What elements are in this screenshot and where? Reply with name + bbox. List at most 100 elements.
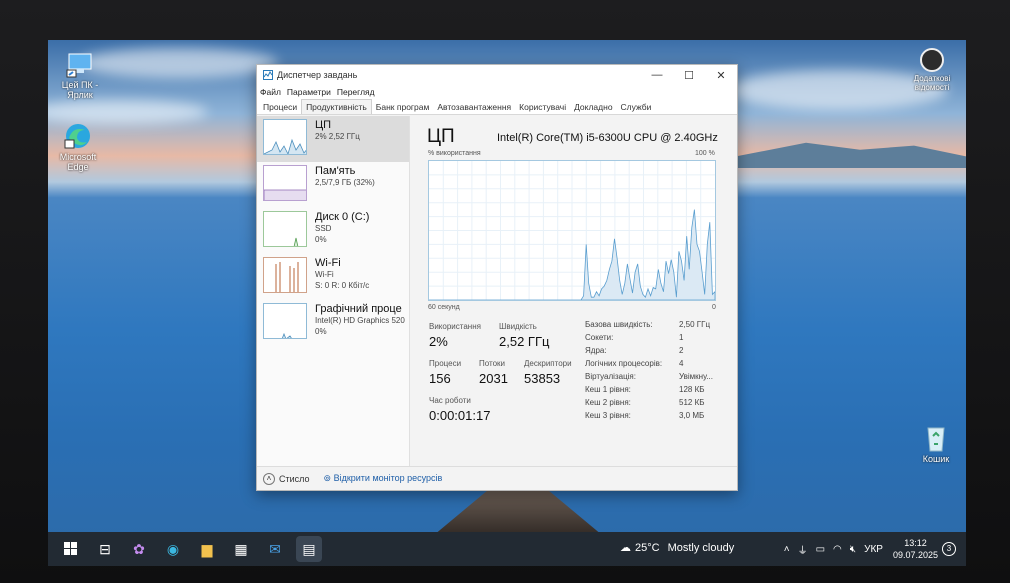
notification-badge[interactable]: 3 [942,542,956,556]
minimize-button[interactable]: — [641,69,673,81]
store-button[interactable]: ▦ [228,536,254,562]
taskbar: ⊟ ✿ ◉ ▆ ▦ ✉ ▤ ☁ 25°C Mostly cloudy ˄ ⏚ ▭… [48,532,966,566]
edge-taskbar-button[interactable]: ◉ [160,536,186,562]
resource-cpu[interactable]: ЦП 2% 2,52 ГГц [257,116,409,162]
start-button[interactable] [58,536,84,562]
detail-value: 4 [679,359,684,368]
tab-services[interactable]: Служби [617,100,656,114]
resource-name: Wi-Fi [315,257,341,269]
desktop-icon-recycle-bin[interactable]: Кошик [906,424,966,464]
gpu-thumbnail [263,303,307,339]
notice-label: Додаткові відомості [913,74,951,92]
task-manager-window: Диспетчер завдань — ☐ ✕ Файл Параметри П… [256,64,738,491]
detail-key: Ядра: [585,346,607,355]
threads-label: Потоки [479,359,506,368]
graph-x-label: 60 секунд [428,304,460,311]
cloud [48,100,208,124]
mail-icon: ✉ [269,540,281,557]
cpu-model: Intel(R) Core(TM) i5-6300U CPU @ 2.40GHz [497,132,718,144]
task-manager-taskbar-button[interactable]: ▤ [296,536,322,562]
detail-value: 1 [679,333,684,342]
volume-icon[interactable]: 🔇︎ [850,544,856,555]
system-tray: ˄ ⏚ ▭ ◠ 🔇︎ УКР 13:12 09.07.2025 3 [780,532,960,566]
battery-icon[interactable]: ▭ [816,544,825,555]
desktop-icon-edge[interactable]: Microsoft Edge [48,122,108,172]
date: 09.07.2025 [892,550,938,560]
menu-bar: Файл Параметри Перегляд [257,85,737,99]
detail-key: Логічних процесорів: [585,359,663,368]
detail-key: Кеш 1 рівня: [585,385,631,394]
detail-value: 512 КБ [679,398,705,407]
resource-gpu[interactable]: Графічний проце Intel(R) HD Graphics 520 0… [257,300,409,346]
graph-y-max: 100 % [695,150,715,157]
resource-memory[interactable]: Пам'ять 2,5/7,9 ГБ (32%) [257,162,409,208]
desktop-icon-this-pc[interactable]: Цей ПК - Ярлик [50,50,110,100]
wifi-icon[interactable]: ◠ [833,544,842,555]
windows-icon [64,542,77,555]
file-explorer-button[interactable]: ▆ [194,536,220,562]
speed-value: 2,52 ГГц [499,334,550,349]
handles-value: 53853 [524,371,561,386]
resource-detail: SSD [315,224,332,233]
mail-button[interactable]: ✉ [262,536,288,562]
desktop-icon-label: Цей ПК - Ярлик [61,80,99,100]
usb-icon[interactable]: ⏚ [798,542,808,557]
edge-icon [63,122,93,150]
resource-name: Пам'ять [315,165,356,177]
spotlight-notice[interactable]: Додаткові відомості [904,48,960,92]
resource-disk[interactable]: Диск 0 (C:) SSD 0% [257,208,409,254]
task-view-button[interactable]: ⊟ [92,536,118,562]
panel-title: ЦП [427,126,455,147]
window-footer: ˄ Стисло ⊚ Відкрити монітор ресурсів [257,466,737,490]
recycle-bin-icon [921,424,951,452]
language-indicator[interactable]: УКР [864,544,883,555]
resource-detail: S: 0 R: 0 Кбіт/с [315,281,370,290]
cpu-thumbnail [263,119,307,155]
resource-name: Диск 0 (C:) [315,211,370,223]
tab-performance[interactable]: Продуктивність [301,99,372,114]
resource-list: ЦП 2% 2,52 ГГц Пам'ять 2,5/7,9 ГБ (32%) Ди… [257,116,410,466]
memory-thumbnail [263,165,307,201]
menu-view[interactable]: Перегляд [337,87,375,97]
cpu-usage-plot [429,161,716,301]
threads-value: 2031 [479,371,508,386]
task-view-icon: ⊟ [99,540,111,557]
menu-file[interactable]: Файл [260,87,281,97]
cloud-icon: ☁ [620,542,631,554]
task-manager-icon [263,70,273,80]
clock[interactable]: 13:12 09.07.2025 [893,537,938,561]
detail-key: Базова швидкість: [585,320,653,329]
tab-processes[interactable]: Процеси [259,100,301,114]
tab-startup[interactable]: Автозавантаження [433,100,515,114]
resource-detail: 0% [315,235,327,244]
copilot-icon: ✿ [133,540,145,557]
resource-wifi[interactable]: Wi-Fi Wi-Fi S: 0 R: 0 Кбіт/с [257,254,409,300]
graph-y-min: 0 [712,304,716,311]
title-bar[interactable]: Диспетчер завдань — ☐ ✕ [257,65,737,85]
detail-value: 2 [679,346,684,355]
resource-monitor-label: Відкрити монітор ресурсів [333,473,443,483]
tab-details[interactable]: Докладно [570,100,616,114]
fewer-details-button[interactable]: ˄ Стисло [263,472,310,485]
chevron-up-icon: ˄ [263,472,275,485]
menu-options[interactable]: Параметри [287,87,331,97]
store-icon: ▦ [234,540,248,557]
fewer-details-label: Стисло [279,473,310,484]
chevron-up-icon[interactable]: ˄ [784,544,790,555]
tab-users[interactable]: Користувачі [515,100,570,114]
maximize-button[interactable]: ☐ [673,69,705,82]
copilot-button[interactable]: ✿ [126,536,152,562]
detail-value: Увімкну... [679,372,713,381]
task-manager-icon: ▤ [302,540,316,557]
camera-icon [920,48,944,72]
tab-app-history[interactable]: Банк програм [372,100,434,114]
graph-y-label: % використання [428,150,481,157]
resource-detail: Wi-Fi [315,270,334,279]
weather-text: Mostly cloudy [667,541,735,554]
resource-monitor-link[interactable]: ⊚ Відкрити монітор ресурсів [324,473,443,484]
weather-widget[interactable]: ☁ 25°C Mostly cloudy [620,541,735,555]
close-button[interactable]: ✕ [705,69,737,82]
resource-monitor-icon: ⊚ [323,473,332,483]
wifi-thumbnail [263,257,307,293]
resource-detail: 2% 2,52 ГГц [315,132,360,141]
